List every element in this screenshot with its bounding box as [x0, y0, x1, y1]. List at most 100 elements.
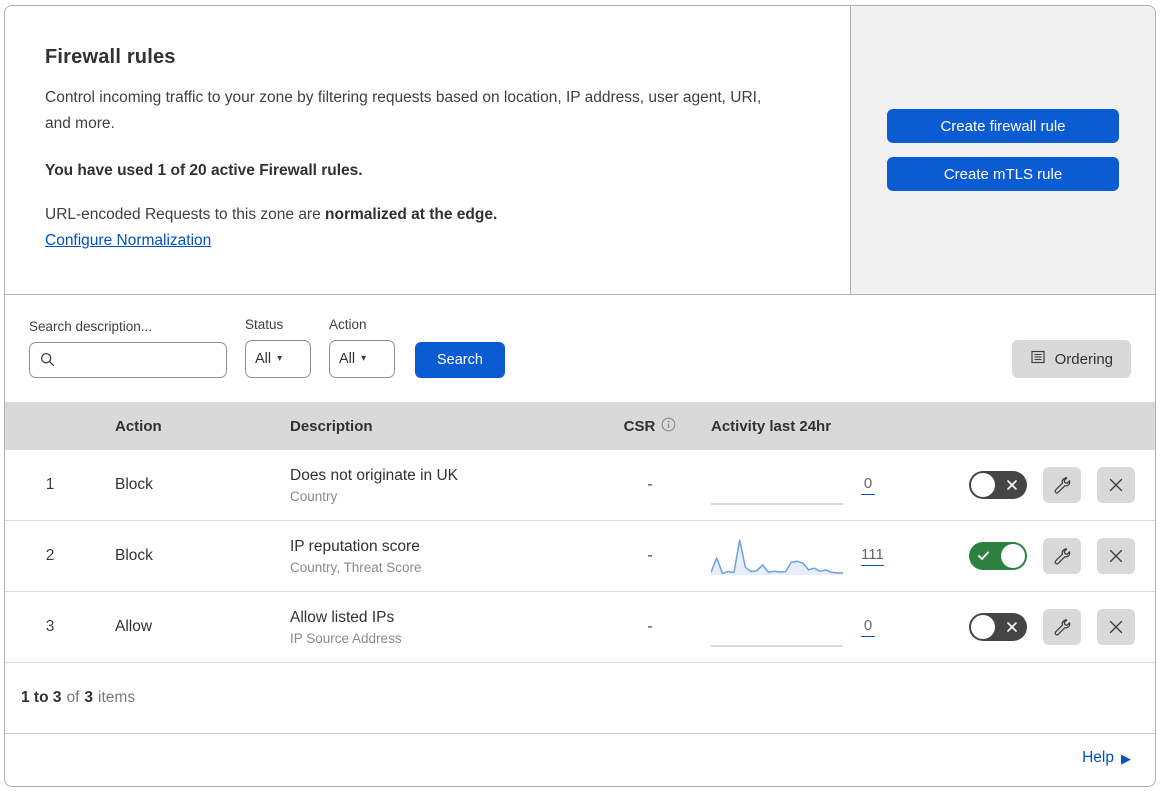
help-arrow-icon[interactable]: ▶ [1121, 752, 1131, 765]
rule-action: Block [115, 547, 153, 564]
rule-description: Does not originate in UK [290, 466, 459, 484]
rule-description-cell: Does not originate in UK Country [290, 467, 595, 504]
rule-action: Allow [115, 618, 153, 635]
action-label: Action [329, 317, 367, 332]
csr-column-label: CSR [623, 417, 656, 435]
firewall-rules-card: Firewall rules Control incoming traffic … [4, 5, 1156, 787]
search-box [29, 342, 227, 378]
search-icon [40, 352, 55, 372]
table-footer: 1 to 3 of 3 items [5, 663, 1155, 733]
rule-controls [935, 609, 1155, 645]
action-dropdown-value: All [339, 351, 356, 367]
table-body: 1 Block Does not originate in UK Country… [5, 450, 1155, 663]
activity-count-link[interactable]: 0 [861, 617, 875, 637]
rule-fields: Country, Threat Score [290, 559, 422, 575]
ordering-button[interactable]: Ordering [1011, 340, 1131, 378]
rule-csr-value: - [647, 547, 653, 564]
edit-rule-button[interactable] [1043, 467, 1081, 503]
footer-items: items [98, 689, 136, 706]
rule-fields: Country [290, 488, 338, 504]
normalization-bold: normalized at the edge. [325, 206, 498, 224]
rule-priority: 2 [45, 547, 55, 564]
search-description-input[interactable] [29, 342, 227, 378]
rule-description-cell: Allow listed IPs IP Source Address [290, 609, 595, 646]
toggle-knob [971, 615, 995, 639]
rule-activity-cell: 0 [705, 463, 935, 507]
status-label: Status [245, 317, 284, 332]
page-description: Control incoming traffic to your zone by… [45, 89, 762, 132]
rule-fields: IP Source Address [290, 630, 402, 646]
table-row: 2 Block IP reputation score Country, Thr… [5, 521, 1155, 592]
toggle-knob [971, 473, 995, 497]
rule-controls [935, 467, 1155, 503]
activity-count-link[interactable]: 111 [861, 546, 884, 566]
rule-csr-value: - [647, 476, 653, 493]
wrench-icon [1054, 477, 1071, 494]
search-button[interactable]: Search [415, 342, 505, 378]
edit-rule-button[interactable] [1043, 609, 1081, 645]
chevron-down-icon: ▾ [361, 353, 367, 364]
toggle-knob [1001, 544, 1025, 568]
create-firewall-rule-button[interactable]: Create firewall rule [887, 109, 1119, 143]
header-section: Firewall rules Control incoming traffic … [5, 6, 1155, 295]
status-dropdown[interactable]: All ▾ [245, 340, 311, 378]
action-dropdown[interactable]: All ▾ [329, 340, 395, 378]
chevron-down-icon: ▾ [277, 353, 283, 364]
activity-count-link[interactable]: 0 [861, 475, 875, 495]
rule-priority: 3 [45, 618, 55, 635]
ordering-list-icon [1030, 349, 1046, 369]
rule-activity-cell: 111 [705, 534, 935, 578]
rule-enabled-toggle[interactable] [969, 613, 1027, 641]
rule-controls [935, 538, 1155, 574]
table-row: 1 Block Does not originate in UK Country… [5, 450, 1155, 521]
configure-normalization-link[interactable]: Configure Normalization [45, 232, 211, 249]
description-column-header: Description [290, 417, 373, 435]
rule-enabled-toggle[interactable] [969, 471, 1027, 499]
rule-activity-cell: 0 [705, 605, 935, 649]
rule-enabled-toggle[interactable] [969, 542, 1027, 570]
filter-bar: Search description... Status All ▾ Actio… [5, 295, 1155, 402]
status-group: Status All ▾ [245, 317, 311, 378]
action-group: Action All ▾ [329, 317, 395, 378]
close-icon [1109, 549, 1123, 563]
footer-total: 3 [84, 689, 94, 706]
close-icon [1109, 478, 1123, 492]
edit-rule-button[interactable] [1043, 538, 1081, 574]
rule-description: Allow listed IPs [290, 608, 395, 626]
activity-sparkline [711, 503, 843, 505]
info-icon[interactable] [661, 417, 676, 436]
rule-action: Block [115, 476, 153, 493]
table-header-row: Action Description CSR Activity last 24h… [5, 402, 1155, 450]
create-mtls-rule-button[interactable]: Create mTLS rule [887, 157, 1119, 191]
check-icon [978, 551, 989, 560]
delete-rule-button[interactable] [1097, 609, 1135, 645]
action-column-header: Action [115, 417, 162, 435]
ordering-button-label: Ordering [1054, 350, 1113, 368]
normalization-prefix: URL-encoded Requests to this zone are [45, 206, 326, 224]
help-bar: Help ▶ [5, 733, 1155, 782]
delete-rule-button[interactable] [1097, 467, 1135, 503]
rule-description: IP reputation score [290, 537, 420, 555]
actions-panel: Create firewall rule Create mTLS rule [851, 6, 1155, 294]
activity-sparkline [711, 539, 843, 575]
wrench-icon [1054, 548, 1071, 565]
wrench-icon [1054, 619, 1071, 636]
activity-column-header: Activity last 24hr [711, 417, 832, 435]
search-label: Search description... [29, 319, 153, 334]
header-text-panel: Firewall rules Control incoming traffic … [5, 6, 851, 294]
rule-description-cell: IP reputation score Country, Threat Scor… [290, 538, 595, 575]
search-group: Search description... [29, 319, 227, 378]
rule-csr-value: - [647, 618, 653, 635]
status-dropdown-value: All [255, 351, 272, 367]
footer-range: 1 to 3 [21, 689, 62, 706]
normalization-note: URL-encoded Requests to this zone are no… [45, 206, 810, 224]
rule-priority: 1 [45, 476, 55, 493]
help-link[interactable]: Help [1082, 749, 1114, 767]
x-icon [1007, 622, 1017, 632]
footer-of: of [66, 689, 80, 706]
page-title: Firewall rules [45, 46, 176, 68]
x-icon [1007, 480, 1017, 490]
close-icon [1109, 620, 1123, 634]
csr-column-header: CSR [595, 417, 705, 436]
delete-rule-button[interactable] [1097, 538, 1135, 574]
